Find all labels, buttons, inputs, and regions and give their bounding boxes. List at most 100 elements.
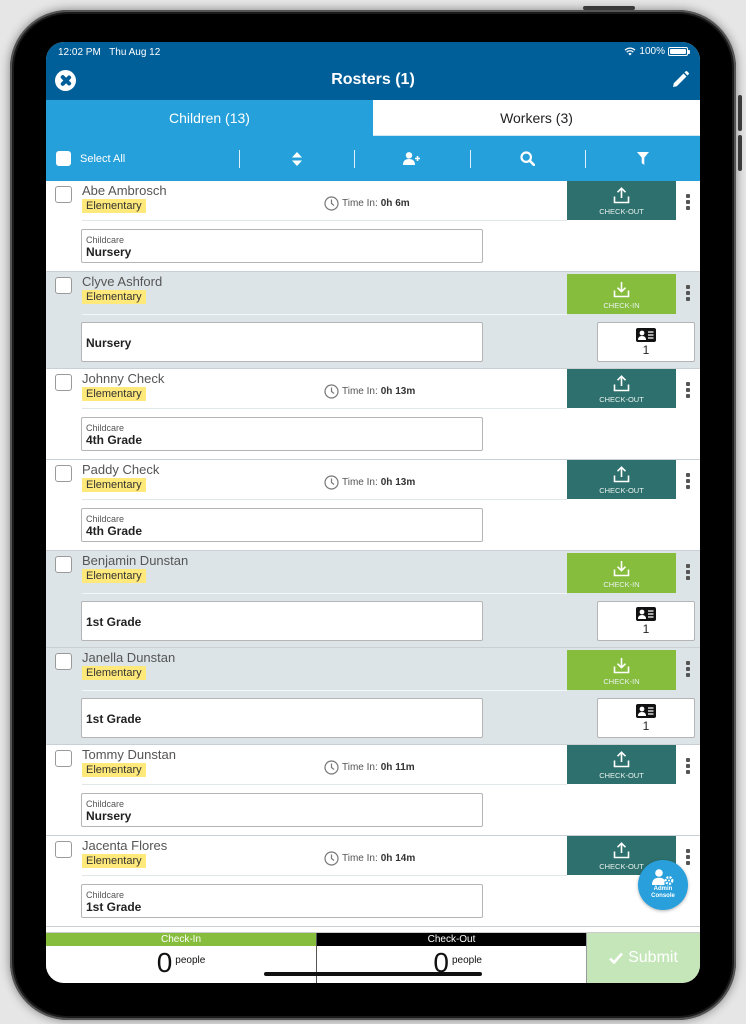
- more-options-icon[interactable]: [682, 381, 694, 399]
- check-in-button[interactable]: CHECK-IN: [567, 553, 676, 593]
- checkin-count-unit: people: [175, 955, 206, 966]
- check-out-label: CHECK-OUT: [599, 486, 644, 495]
- check-out-button[interactable]: CHECK-OUT: [567, 460, 676, 499]
- room-field-label: Childcare: [86, 890, 125, 900]
- child-name: Clyve Ashford: [82, 274, 163, 289]
- download-icon: [613, 561, 630, 577]
- upload-icon: [613, 751, 630, 768]
- sort-button[interactable]: [240, 136, 354, 181]
- select-all-checkbox[interactable]: Select All: [46, 136, 239, 181]
- admin-console-button[interactable]: Admin Console: [638, 860, 688, 910]
- room-field[interactable]: Childcare 4th Grade: [81, 417, 483, 451]
- name-tag-count-button[interactable]: 1: [597, 322, 695, 362]
- more-options-icon[interactable]: [682, 757, 694, 775]
- check-out-button[interactable]: CHECK-OUT: [567, 745, 676, 784]
- roster-row: Abe Ambrosch Elementary Time In: 0h 6m CHECK…: [46, 181, 700, 272]
- more-options-icon[interactable]: [682, 660, 694, 678]
- status-bar: 12:02 PM Thu Aug 12 100%: [46, 42, 700, 61]
- roster-list[interactable]: Abe Ambrosch Elementary Time In: 0h 6m CHECK…: [46, 181, 700, 932]
- name-tag-count-button[interactable]: 1: [597, 698, 695, 738]
- room-field-label: Childcare: [86, 423, 125, 433]
- check-in-label: CHECK-IN: [603, 301, 640, 310]
- row-checkbox[interactable]: [55, 556, 72, 573]
- time-in-value: 0h 11m: [380, 762, 415, 773]
- row-checkbox[interactable]: [55, 750, 72, 767]
- child-name: Abe Ambrosch: [82, 183, 167, 198]
- tab-children[interactable]: Children (13): [46, 100, 373, 136]
- row-checkbox[interactable]: [55, 653, 72, 670]
- room-field[interactable]: Childcare 4th Grade: [81, 508, 483, 542]
- search-icon: [520, 151, 536, 166]
- room-select[interactable]: 1st Grade: [81, 698, 483, 738]
- nav-bar: Rosters (1): [46, 61, 700, 100]
- roster-row: Johnny Check Elementary Time In: 0h 13m CHEC…: [46, 369, 700, 460]
- name-tag-count: 1: [642, 621, 650, 636]
- select-all-label: Select All: [80, 152, 126, 165]
- battery-full-icon: [668, 47, 690, 56]
- add-person-icon: [403, 152, 421, 165]
- name-tag-count: 1: [642, 718, 650, 733]
- check-out-label: CHECK-OUT: [599, 862, 644, 871]
- room-field-label: Childcare: [86, 799, 125, 809]
- room-field-value: Nursery: [86, 809, 132, 823]
- time-in: Time In: 0h 6m: [324, 196, 410, 211]
- check-in-button[interactable]: CHECK-IN: [567, 274, 676, 314]
- row-checkbox[interactable]: [55, 277, 72, 294]
- time-in: Time In: 0h 14m: [324, 851, 415, 866]
- row-checkbox[interactable]: [55, 186, 72, 203]
- submit-button[interactable]: Submit: [586, 933, 700, 983]
- check-out-button[interactable]: CHECK-OUT: [567, 181, 676, 220]
- group-badge: Elementary: [82, 199, 146, 213]
- check-out-button[interactable]: CHECK-OUT: [567, 369, 676, 408]
- filter-icon: [636, 152, 649, 165]
- child-name: Janella Dunstan: [82, 650, 176, 665]
- room-field[interactable]: Childcare 1st Grade: [81, 884, 483, 918]
- checkout-summary-label: Check-Out: [317, 933, 586, 946]
- room-field-value: 1st Grade: [86, 900, 142, 914]
- child-name: Paddy Check: [82, 462, 160, 477]
- more-options-icon[interactable]: [682, 284, 694, 302]
- row-divider: [82, 690, 567, 691]
- room-field[interactable]: Childcare Nursery: [81, 229, 483, 263]
- tab-workers[interactable]: Workers (3): [373, 100, 700, 136]
- submit-label: Submit: [628, 949, 678, 966]
- time-in: Time In: 0h 13m: [324, 475, 415, 490]
- row-checkbox[interactable]: [55, 374, 72, 391]
- search-button[interactable]: [471, 136, 585, 181]
- roster-row: Jacenta Flores Elementary Time In: 0h 14m CH…: [46, 836, 700, 927]
- check-in-button[interactable]: CHECK-IN: [567, 650, 676, 690]
- home-indicator[interactable]: [264, 972, 482, 976]
- room-select-value: Nursery: [86, 336, 132, 350]
- select-all-box[interactable]: [56, 151, 71, 166]
- clock-icon: [324, 475, 339, 490]
- row-checkbox[interactable]: [55, 841, 72, 858]
- time-in-label: Time In:: [342, 198, 378, 209]
- wifi-icon: [624, 47, 636, 56]
- group-badge: Elementary: [82, 478, 146, 492]
- room-select[interactable]: 1st Grade: [81, 601, 483, 641]
- room-field-value: 4th Grade: [86, 433, 143, 447]
- more-options-icon[interactable]: [682, 848, 694, 866]
- check-out-label: CHECK-OUT: [599, 207, 644, 216]
- time-in-label: Time In:: [342, 853, 378, 864]
- more-options-icon[interactable]: [682, 472, 694, 490]
- status-time: 12:02 PM Thu Aug 12: [58, 47, 161, 58]
- child-name: Benjamin Dunstan: [82, 553, 189, 568]
- pencil-icon[interactable]: [670, 70, 690, 90]
- filter-button[interactable]: [586, 136, 700, 181]
- time-in-value: 0h 13m: [380, 386, 416, 397]
- check-out-label: CHECK-OUT: [599, 771, 644, 780]
- clock-icon: [324, 851, 339, 866]
- admin-console-label: Admin Console: [651, 886, 675, 899]
- add-person-button[interactable]: [355, 136, 469, 181]
- name-tag-icon: [636, 703, 656, 718]
- name-tag-count-button[interactable]: 1: [597, 601, 695, 641]
- room-select[interactable]: Nursery: [81, 322, 483, 362]
- download-icon: [613, 658, 630, 674]
- volume-down-button: [738, 135, 742, 171]
- more-options-icon[interactable]: [682, 193, 694, 211]
- row-checkbox[interactable]: [55, 465, 72, 482]
- room-select-value: 1st Grade: [86, 615, 142, 629]
- more-options-icon[interactable]: [682, 563, 694, 581]
- room-field[interactable]: Childcare Nursery: [81, 793, 483, 827]
